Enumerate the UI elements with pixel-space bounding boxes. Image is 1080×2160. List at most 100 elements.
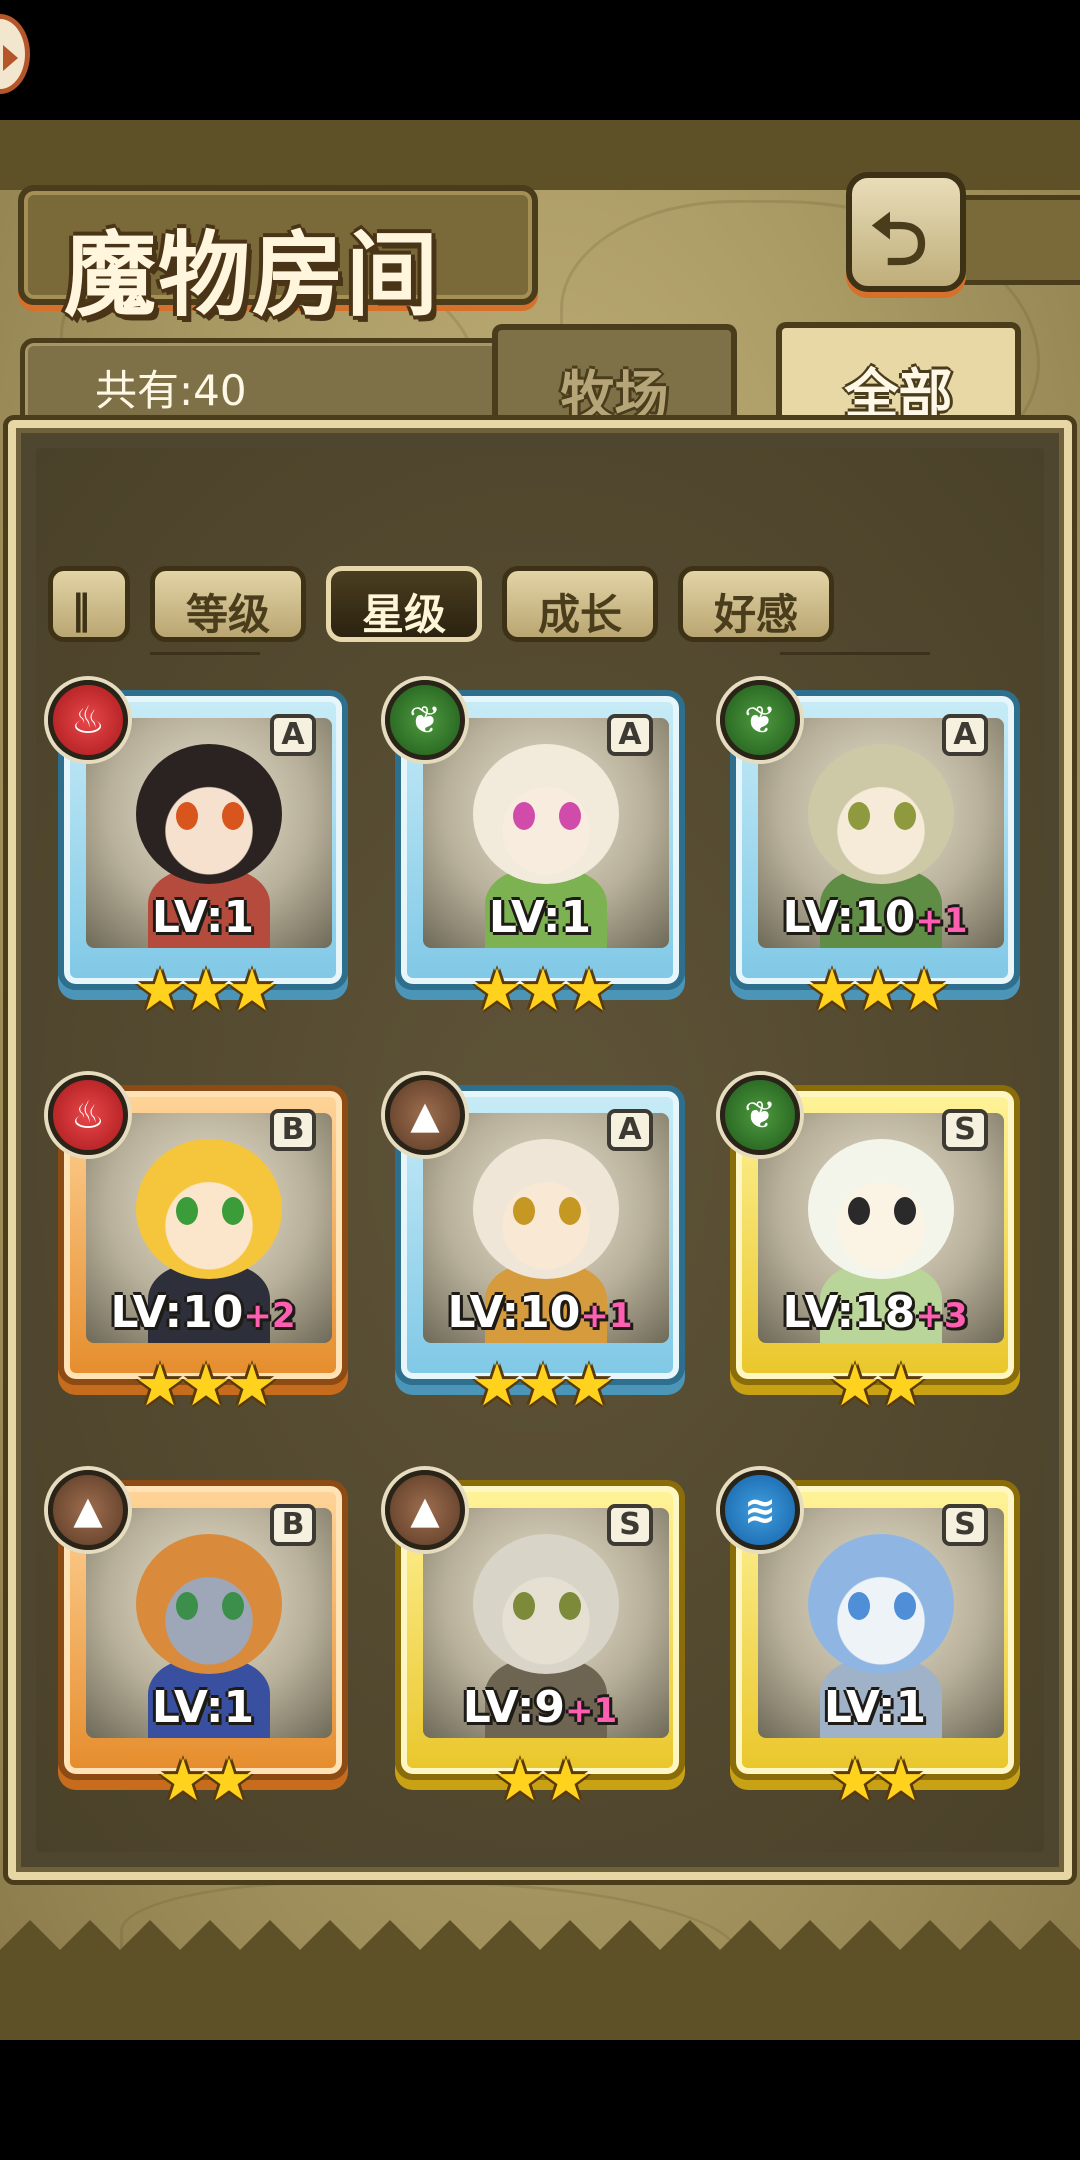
monster-card[interactable]: B ▲ LV:1 ★★ [48,1470,358,1814]
monster-card[interactable]: A ❦ LV:10+1 ★★★ [720,680,1030,1024]
star-rating: ★★ [385,1746,695,1814]
monster-level: LV:1 [385,892,695,943]
monster-eye [513,1197,535,1225]
rank-badge: A [270,714,316,756]
star-icon: ★ [875,1746,927,1814]
star-icon: ★ [875,1351,927,1419]
rank-badge: A [942,714,988,756]
monster-level: LV:1 [48,1682,358,1733]
bottom-letterbox [0,2040,1080,2160]
monster-level-value: LV:10 [110,1287,244,1338]
monster-card[interactable]: A ❦ LV:1 ★★★ [385,680,695,1024]
page-title: 魔物房间 [64,221,441,329]
leaf-element-icon: ❦ [720,1075,800,1155]
monster-head [473,1139,619,1279]
monster-count: 共有:40 [95,366,247,415]
monster-level: LV:1 [48,892,358,943]
monster-level-value: LV:1 [823,1682,927,1733]
monster-level: LV:9+1 [385,1682,695,1733]
monster-head [136,1534,282,1674]
sort-by-affection-button[interactable]: 好感 [678,566,834,642]
divider [780,652,930,655]
sort-order-toggle[interactable]: ‖ [48,566,130,642]
star-icon: ★ [517,1351,569,1419]
star-icon: ★ [471,956,523,1024]
monster-level-value: LV:1 [151,892,255,943]
star-rating: ★★★ [720,956,1030,1024]
monster-eye [848,802,870,830]
monster-level-bonus: +1 [565,1691,618,1731]
sort-order-icon: ‖ [71,587,91,633]
rank-badge: S [607,1504,653,1546]
rank-badge: A [607,714,653,756]
monster-head [808,1534,954,1674]
monster-card[interactable]: S ≋ LV:1 ★★ [720,1470,1030,1814]
monster-eye [222,1592,244,1620]
leaf-symbol-icon: ❦ [744,698,776,742]
star-icon: ★ [563,956,615,1024]
star-icon: ★ [852,956,904,1024]
monster-level-value: LV:10 [782,892,916,943]
earth-element-icon: ▲ [385,1075,465,1155]
torn-edge-bottom [0,1920,1080,2040]
tab-farm[interactable]: 牧场 [492,324,737,434]
sort-by-level-button[interactable]: 等级 [150,566,306,642]
monster-eye [513,1592,535,1620]
monster-card[interactable]: S ▲ LV:9+1 ★★ [385,1470,695,1814]
back-button[interactable]: ⮌ [846,172,966,292]
star-icon: ★ [829,1746,881,1814]
star-icon: ★ [806,956,858,1024]
star-icon: ★ [134,1351,186,1419]
star-icon: ★ [203,1746,255,1814]
monster-head [808,744,954,884]
leaf-symbol-icon: ❦ [409,698,441,742]
sort-by-stars-button[interactable]: 星级 [326,566,482,642]
star-icon: ★ [563,1351,615,1419]
monster-card[interactable]: A ♨ LV:1 ★★★ [48,680,358,1024]
rank-badge: A [607,1109,653,1151]
monster-level-bonus: +1 [915,901,968,941]
monster-eye [222,802,244,830]
back-button-plate [960,195,1080,285]
monster-card[interactable]: A ▲ LV:10+1 ★★★ [385,1075,695,1419]
monster-eye [559,1197,581,1225]
monster-level: LV:10+1 [720,892,1030,943]
sort-by-growth-label: 成长 [537,590,622,639]
sort-by-level-label: 等级 [185,590,270,639]
earth-symbol-icon: ▲ [410,1488,440,1532]
monster-level-value: LV:9 [462,1682,566,1733]
star-icon: ★ [494,1746,546,1814]
monster-level: LV:10+2 [48,1287,358,1338]
earth-element-icon: ▲ [385,1470,465,1550]
star-rating: ★★ [48,1746,358,1814]
star-rating: ★★★ [48,956,358,1024]
star-icon: ★ [471,1351,523,1419]
sort-by-stars-label: 星级 [361,590,446,639]
monster-card[interactable]: B ♨ LV:10+2 ★★★ [48,1075,358,1419]
star-icon: ★ [898,956,950,1024]
water-symbol-icon: ≋ [744,1488,776,1532]
earth-symbol-icon: ▲ [73,1488,103,1532]
monster-level-value: LV:1 [488,892,592,943]
earth-element-icon: ▲ [48,1470,128,1550]
top-letterbox [0,0,1080,120]
star-icon: ★ [134,956,186,1024]
monster-level-bonus: +1 [580,1296,633,1336]
earth-symbol-icon: ▲ [410,1093,440,1137]
tab-all[interactable]: 全部 [776,322,1021,432]
leaf-element-icon: ❦ [385,680,465,760]
star-icon: ★ [180,1351,232,1419]
star-icon: ★ [540,1746,592,1814]
fire-element-icon: ♨ [48,680,128,760]
leaf-element-icon: ❦ [720,680,800,760]
monster-eye [894,802,916,830]
star-rating: ★★ [720,1351,1030,1419]
monster-card[interactable]: S ❦ LV:18+3 ★★ [720,1075,1030,1419]
title-plate: 魔物房间 [18,185,538,329]
monster-head [136,1139,282,1279]
monster-count-bar: 共有:40 [20,338,520,428]
fire-symbol-icon: ♨ [70,698,106,742]
monster-level-bonus: +2 [243,1296,296,1336]
monster-eye [894,1592,916,1620]
sort-by-growth-button[interactable]: 成长 [502,566,658,642]
